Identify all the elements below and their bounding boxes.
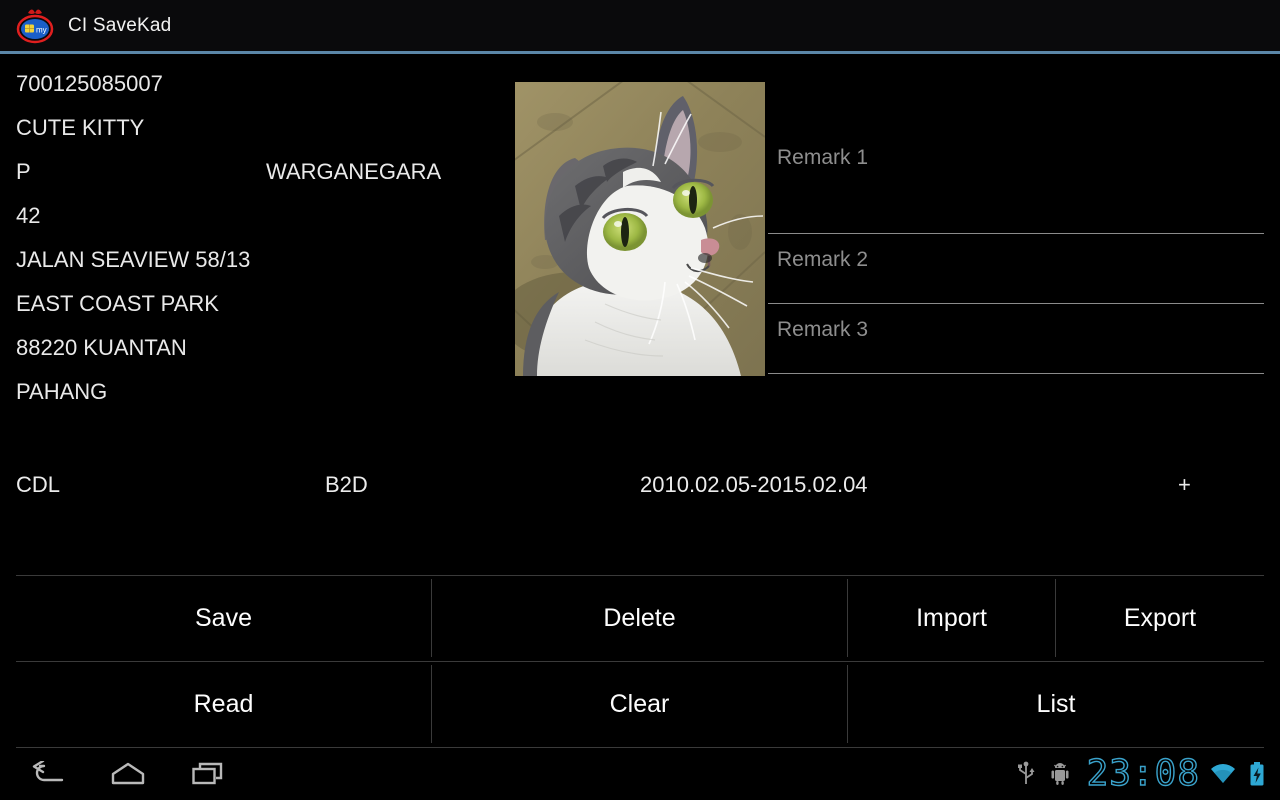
id-number-field[interactable]: 700125085007 [16, 62, 496, 106]
remark-3-input[interactable]: Remark 3 [768, 304, 1264, 374]
delete-button[interactable]: Delete [432, 575, 847, 661]
usb-icon [1009, 748, 1043, 800]
main-content: 700125085007 CUTE KITTY P WARGANEGARA 42… [0, 56, 1280, 748]
status-clock: 23:08 [1086, 752, 1200, 794]
read-button[interactable]: Read [16, 661, 431, 747]
app-title: CI SaveKad [68, 15, 172, 36]
app-root: my CI SaveKad 700125085007 CUTE KITTY P … [0, 0, 1280, 800]
battery-charging-icon [1240, 748, 1274, 800]
recents-icon[interactable] [168, 748, 248, 800]
title-accent-divider [0, 51, 1280, 54]
gender-field[interactable]: P [16, 159, 31, 184]
android-debug-icon [1043, 748, 1077, 800]
svg-text:my: my [36, 26, 47, 35]
export-button[interactable]: Export [1056, 575, 1264, 661]
add-license-button[interactable]: + [1178, 460, 1191, 510]
address-line-2[interactable]: JALAN SEAVIEW 58/13 [16, 238, 496, 282]
system-navigation-bar: 23:08 [0, 748, 1280, 800]
address-line-3[interactable]: EAST COAST PARK [16, 282, 496, 326]
home-icon[interactable] [88, 748, 168, 800]
license-label: CDL [16, 472, 61, 497]
name-field[interactable]: CUTE KITTY [16, 106, 496, 150]
license-class-value[interactable]: B2D [325, 460, 368, 510]
clear-button[interactable]: Clear [432, 661, 847, 747]
wifi-icon [1206, 748, 1240, 800]
save-button[interactable]: Save [16, 575, 431, 661]
import-button[interactable]: Import [848, 575, 1055, 661]
action-button-grid: Save Delete Import Export Read Clear Lis… [0, 575, 1280, 748]
remarks-group: Remark 1 Remark 2 Remark 3 [768, 132, 1264, 374]
gender-citizenship-row: P WARGANEGARA [16, 150, 496, 194]
remark-1-input[interactable]: Remark 1 [768, 132, 1264, 234]
id-card-fields: 700125085007 CUTE KITTY P WARGANEGARA 42… [16, 62, 496, 414]
status-icons-group: 23:08 [1009, 748, 1274, 800]
list-button[interactable]: List [848, 661, 1264, 747]
license-row: CDL B2D 2010.02.05-2015.02.04 + [0, 460, 1280, 510]
license-validity-value[interactable]: 2010.02.05-2015.02.04 [640, 460, 868, 510]
title-bar: my CI SaveKad [0, 0, 1280, 52]
back-icon[interactable] [8, 748, 88, 800]
state-field[interactable]: PAHANG [16, 370, 496, 414]
cat-photo [515, 82, 765, 376]
postcode-city-field[interactable]: 88220 KUANTAN [16, 326, 496, 370]
address-line-1[interactable]: 42 [16, 194, 496, 238]
remark-2-input[interactable]: Remark 2 [768, 234, 1264, 304]
mykad-logo-icon: my [14, 6, 56, 46]
citizenship-field[interactable]: WARGANEGARA [266, 150, 441, 194]
